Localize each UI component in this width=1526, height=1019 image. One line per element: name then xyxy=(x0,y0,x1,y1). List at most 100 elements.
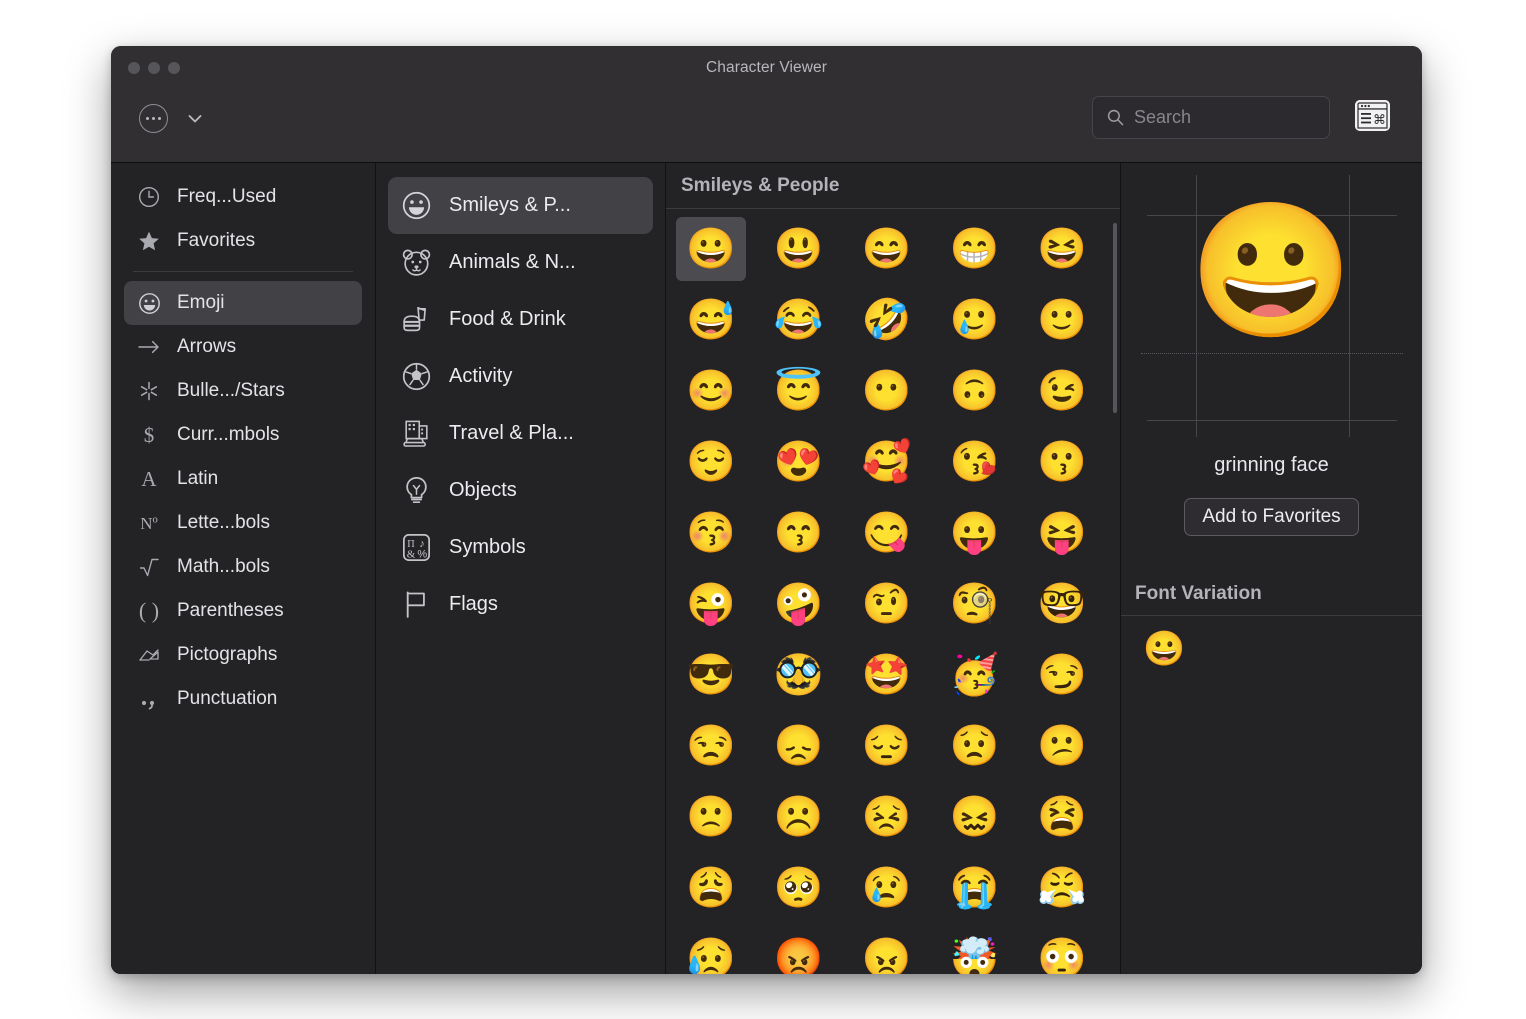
search-input[interactable] xyxy=(1134,107,1366,128)
grid-scrollbar[interactable] xyxy=(1113,223,1117,413)
category-item-food-drink[interactable]: Food & Drink xyxy=(388,291,653,348)
emoji-cell[interactable]: 😘 xyxy=(939,430,1009,494)
emoji-cell[interactable]: 😁 xyxy=(939,217,1009,281)
emoji-cell[interactable]: 😠 xyxy=(852,927,922,974)
emoji-cell[interactable]: 🤩 xyxy=(852,643,922,707)
emoji-cell[interactable]: 😔 xyxy=(852,714,922,778)
emoji-cell[interactable]: 😊 xyxy=(676,359,746,423)
emoji-cell[interactable]: 😛 xyxy=(939,501,1009,565)
emoji-cell[interactable]: 😂 xyxy=(764,288,834,352)
pictograph-icon xyxy=(134,640,164,670)
emoji-cell[interactable]: 😫 xyxy=(1027,785,1097,849)
sidebar-item-parentheses[interactable]: ( ) Parentheses xyxy=(124,589,362,633)
emoji-cell[interactable]: 🥺 xyxy=(764,856,834,920)
guide-line-descender xyxy=(1147,420,1397,421)
emoji-cell[interactable]: 🙁 xyxy=(676,785,746,849)
sidebar-item-bullets-stars[interactable]: Bulle.../Stars xyxy=(124,369,362,413)
category-item-travel-places[interactable]: Travel & Pla... xyxy=(388,405,653,462)
svg-text:&: & xyxy=(406,549,415,561)
emoji-cell[interactable]: 😟 xyxy=(939,714,1009,778)
svg-text:A: A xyxy=(141,467,157,491)
category-item-animals-nature[interactable]: Animals & N... xyxy=(388,234,653,291)
emoji-cell[interactable]: 😜 xyxy=(676,572,746,636)
emoji-cell[interactable]: 😉 xyxy=(1027,359,1097,423)
add-to-favorites-button[interactable]: Add to Favorites xyxy=(1184,498,1358,536)
sidebar-item-math-symbols[interactable]: Math...bols xyxy=(124,545,362,589)
emoji-cell[interactable]: 😇 xyxy=(764,359,834,423)
emoji-cell[interactable]: 🥸 xyxy=(764,643,834,707)
emoji-cell[interactable]: 😖 xyxy=(939,785,1009,849)
emoji-cell[interactable]: 😗 xyxy=(1027,430,1097,494)
category-item-label: Symbols xyxy=(449,536,526,559)
emoji-cell[interactable]: 😌 xyxy=(676,430,746,494)
emoji-cell[interactable]: 😙 xyxy=(764,501,834,565)
emoji-cell[interactable]: 😚 xyxy=(676,501,746,565)
character-palette-icon[interactable]: ⌘ xyxy=(1355,100,1390,131)
emoji-cell[interactable]: 🥰 xyxy=(852,430,922,494)
sidebar-item-frequently-used[interactable]: Freq...Used xyxy=(124,175,362,219)
sidebar-item-punctuation[interactable]: Punctuation xyxy=(124,677,362,721)
glyph-name-label: grinning face xyxy=(1121,454,1422,477)
emoji-cell[interactable]: 🤣 xyxy=(852,288,922,352)
emoji-cell[interactable]: 🥲 xyxy=(939,288,1009,352)
emoji-cell[interactable]: 😋 xyxy=(852,501,922,565)
emoji-cell[interactable]: 😥 xyxy=(676,927,746,974)
emoji-cell[interactable]: 😶 xyxy=(852,359,922,423)
sidebar-item-letterlike-symbols[interactable]: Nº Lette...bols xyxy=(124,501,362,545)
category-item-objects[interactable]: Objects xyxy=(388,462,653,519)
emoji-cell[interactable]: 😢 xyxy=(852,856,922,920)
font-variation-item[interactable]: 😀 xyxy=(1143,632,1422,666)
emoji-cell[interactable]: 🤨 xyxy=(852,572,922,636)
sidebar-item-favorites[interactable]: Favorites xyxy=(124,219,362,263)
sidebar-item-currency-symbols[interactable]: $ Curr...mbols xyxy=(124,413,362,457)
chevron-down-icon[interactable] xyxy=(185,109,205,129)
sidebar-item-pictographs[interactable]: Pictographs xyxy=(124,633,362,677)
emoji-cell[interactable]: 😆 xyxy=(1027,217,1097,281)
emoji-cell[interactable]: 😕 xyxy=(1027,714,1097,778)
category-item-flags[interactable]: Flags xyxy=(388,576,653,633)
emoji-cell[interactable]: 😎 xyxy=(676,643,746,707)
sidebar-item-emoji[interactable]: Emoji xyxy=(124,281,362,325)
emoji-cell[interactable]: 😝 xyxy=(1027,501,1097,565)
font-variation-list[interactable]: 😀 xyxy=(1121,616,1422,666)
emoji-cell[interactable]: 😅 xyxy=(676,288,746,352)
emoji-cell[interactable]: 😃 xyxy=(764,217,834,281)
glyph-preview: 😀 xyxy=(1121,163,1422,448)
emoji-cell[interactable]: ☹️ xyxy=(764,785,834,849)
emoji-cell[interactable]: 😍 xyxy=(764,430,834,494)
category-item-smileys-people[interactable]: Smileys & P... xyxy=(388,177,653,234)
sidebar-item-label: Punctuation xyxy=(177,688,277,710)
square-root-icon xyxy=(134,552,164,582)
emoji-cell[interactable]: 🤪 xyxy=(764,572,834,636)
emoji-cell[interactable]: 😳 xyxy=(1027,927,1097,974)
search-icon xyxy=(1106,108,1125,127)
emoji-cell[interactable]: 😏 xyxy=(1027,643,1097,707)
lightbulb-icon xyxy=(398,473,434,509)
smiley-outline-icon xyxy=(134,288,164,318)
category-item-activity[interactable]: Activity xyxy=(388,348,653,405)
svg-text:%: % xyxy=(417,549,427,561)
emoji-cell[interactable]: 🙃 xyxy=(939,359,1009,423)
emoji-grid[interactable]: 😀 😃 😄 😁 😆 😅 😂 🤣 🥲 🙂 😊 😇 😶 🙃 😉 😌 😍 🥰 😘 😗 😚 😙 😋 😛 😝 😜 🤪 🤨 🧐 🤓 😎 🥸 🤩 🥳 😏 😒 😞 😔 😟 😕… xyxy=(666,209,1120,974)
emoji-cell[interactable]: 😀 xyxy=(676,217,746,281)
emoji-cell[interactable]: 🙂 xyxy=(1027,288,1097,352)
emoji-cell[interactable]: 😄 xyxy=(852,217,922,281)
sidebar-item-label: Math...bols xyxy=(177,556,270,578)
emoji-cell[interactable]: 😒 xyxy=(676,714,746,778)
category-item-symbols[interactable]: Π ♪ & % Symbols xyxy=(388,519,653,576)
emoji-cell[interactable]: 😞 xyxy=(764,714,834,778)
emoji-cell[interactable]: 😭 xyxy=(939,856,1009,920)
sidebar-item-arrows[interactable]: Arrows xyxy=(124,325,362,369)
emoji-cell[interactable]: 🥳 xyxy=(939,643,1009,707)
emoji-cell[interactable]: 🤯 xyxy=(939,927,1009,974)
emoji-cell[interactable]: 😤 xyxy=(1027,856,1097,920)
page-title: Character Viewer xyxy=(111,59,1422,77)
emoji-cell[interactable]: 🤓 xyxy=(1027,572,1097,636)
emoji-cell[interactable]: 😡 xyxy=(764,927,834,974)
emoji-cell[interactable]: 😣 xyxy=(852,785,922,849)
emoji-cell[interactable]: 🧐 xyxy=(939,572,1009,636)
search-field[interactable] xyxy=(1092,96,1330,139)
more-options-button[interactable] xyxy=(139,104,168,133)
emoji-cell[interactable]: 😩 xyxy=(676,856,746,920)
sidebar-item-latin[interactable]: A Latin xyxy=(124,457,362,501)
